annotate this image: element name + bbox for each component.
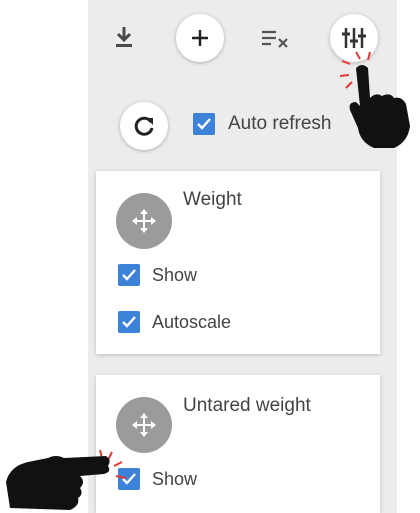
series-card-weight: Weight Show Autoscale bbox=[96, 171, 380, 354]
checkmark-icon bbox=[122, 316, 136, 328]
download-button[interactable] bbox=[110, 22, 138, 52]
auto-refresh-label: Auto refresh bbox=[228, 113, 332, 134]
autoscale-toggle[interactable]: Autoscale bbox=[118, 311, 231, 333]
pointing-hand-cursor-icon bbox=[339, 51, 410, 148]
auto-refresh-checkbox[interactable] bbox=[193, 113, 215, 135]
refresh-icon bbox=[134, 116, 154, 136]
checkmark-icon bbox=[122, 269, 136, 281]
show-label: Show bbox=[152, 468, 198, 489]
show-checkbox[interactable] bbox=[118, 264, 140, 286]
series-card-untared-weight: Untared weight Show bbox=[96, 375, 380, 513]
drag-handle[interactable] bbox=[116, 193, 172, 249]
card-title: Weight bbox=[183, 189, 242, 210]
show-label: Show bbox=[152, 264, 198, 285]
autoscale-label: Autoscale bbox=[152, 311, 232, 332]
refresh-button[interactable] bbox=[120, 102, 168, 150]
plus-icon bbox=[192, 30, 208, 46]
move-icon bbox=[132, 413, 156, 437]
auto-refresh-toggle[interactable]: Auto refresh bbox=[193, 113, 332, 135]
show-toggle[interactable]: Show bbox=[118, 264, 197, 286]
pointing-hand-left-icon bbox=[6, 449, 127, 510]
drag-handle[interactable] bbox=[116, 397, 172, 453]
checkmark-icon bbox=[197, 118, 211, 130]
move-icon bbox=[132, 209, 156, 233]
add-button[interactable] bbox=[176, 14, 224, 62]
card-title: Untared weight bbox=[183, 395, 311, 416]
autoscale-checkbox[interactable] bbox=[118, 311, 140, 333]
clear-list-icon bbox=[262, 30, 288, 48]
download-icon bbox=[116, 27, 132, 47]
clear-button[interactable] bbox=[258, 24, 292, 52]
